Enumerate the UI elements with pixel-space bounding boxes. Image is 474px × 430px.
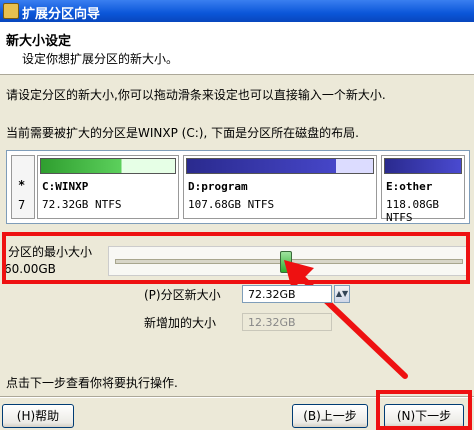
instruction-text: 请设定分区的新大小,你可以拖动滑条来设定也可以直接输入一个新大小.	[6, 88, 386, 102]
partition-name: D:program	[188, 180, 248, 193]
window-title: 扩展分区向导	[22, 7, 101, 22]
help-button[interactable]: (H)帮助	[2, 404, 74, 428]
disk-label: * 7	[11, 155, 35, 219]
highlight-box-next	[376, 390, 472, 430]
page-title: 新大小设定	[6, 34, 72, 49]
partition-size: 118.08GB NTFS	[386, 198, 439, 224]
new-size-input[interactable]: 72.32GB	[242, 285, 332, 303]
partition-e[interactable]: E:other 118.08GB NTFS	[381, 155, 465, 224]
partition-size: 72.32GB NTFS	[42, 198, 122, 211]
partition-usage-bar	[40, 158, 176, 174]
partition-info-text: 当前需要被扩大的分区是WINXP (C:), 下面是分区所在磁盘的布局.	[6, 126, 359, 140]
disk-star: *	[18, 178, 26, 192]
wizard-header: 新大小设定 设定你想扩展分区的新大小。	[0, 22, 474, 75]
partition-name: E:other	[386, 180, 433, 193]
partition-c[interactable]: C:WINXP 72.32GB NTFS	[37, 155, 179, 219]
new-size-label: (P)分区新大小	[144, 288, 221, 302]
page-subtitle: 设定你想扩展分区的新大小。	[22, 52, 179, 66]
partition-usage-bar	[384, 158, 462, 174]
back-button[interactable]: (B)上一步	[292, 404, 368, 428]
added-size-input: 12.32GB	[242, 313, 332, 331]
new-size-spinner[interactable]: ▲▼	[334, 285, 350, 303]
title-bar: 扩展分区向导	[0, 0, 474, 22]
partition-usage-bar	[186, 158, 374, 174]
partition-name: C:WINXP	[42, 180, 89, 193]
wizard-icon	[3, 3, 19, 19]
added-size-label: 新增加的大小	[144, 316, 217, 330]
partition-d[interactable]: D:program 107.68GB NTFS	[183, 155, 377, 219]
disk-map: * 7 C:WINXP 72.32GB NTFS D:program 107.6…	[6, 150, 470, 224]
next-step-hint: 点击下一步查看你将要执行操作.	[6, 376, 178, 390]
disk-number: 7	[18, 198, 26, 212]
partition-size: 107.68GB NTFS	[188, 198, 275, 211]
